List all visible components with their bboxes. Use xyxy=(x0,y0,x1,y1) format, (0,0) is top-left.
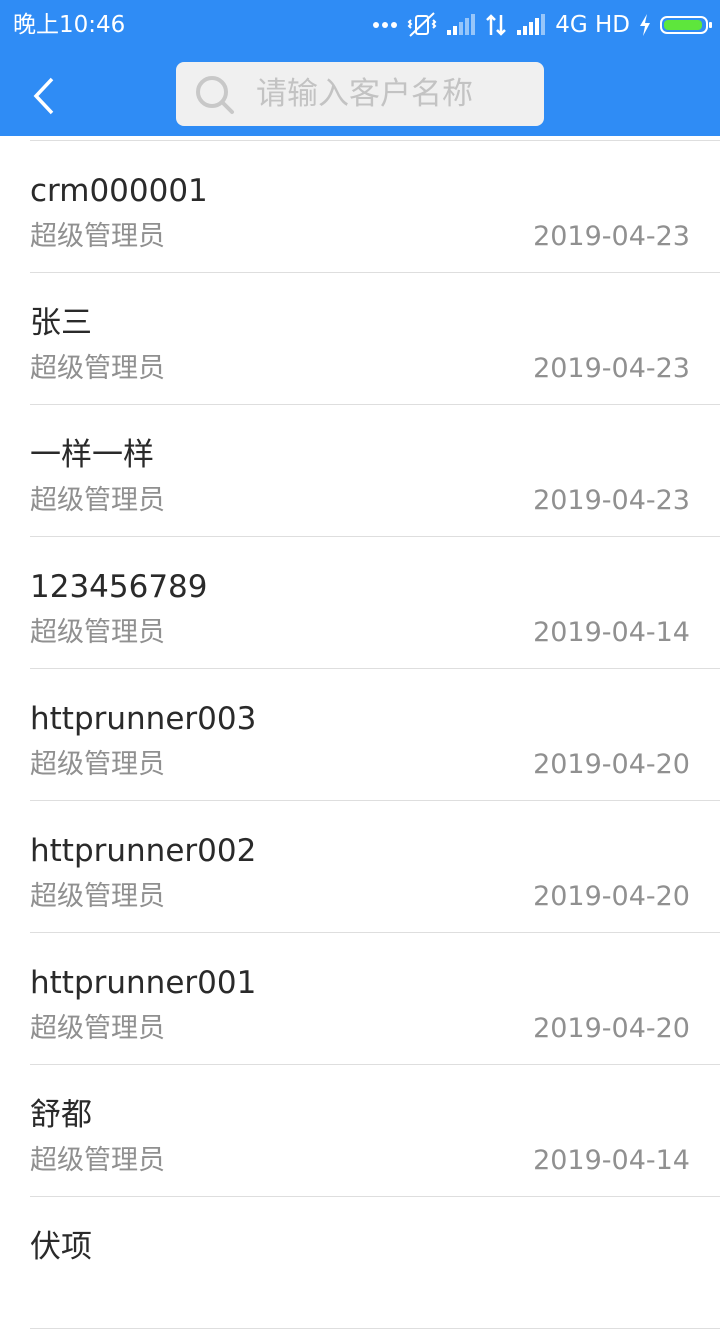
signal-icon xyxy=(447,14,476,35)
customer-owner: 超级管理员 xyxy=(30,1145,165,1176)
status-bar: 晚上10:46 4G HD xyxy=(0,0,720,50)
app-header: 晚上10:46 4G HD 请输入客户名称 xyxy=(0,0,720,136)
list-item[interactable]: 123456789 超级管理员 2019-04-14 xyxy=(30,537,720,669)
customer-date: 2019-04-23 xyxy=(533,221,690,252)
list-item[interactable]: httprunner002 超级管理员 2019-04-20 xyxy=(30,801,720,933)
customer-date: 2019-04-20 xyxy=(533,749,690,780)
list-item[interactable]: 伏项 xyxy=(30,1197,720,1329)
customer-name: 123456789 xyxy=(30,569,208,605)
list-item[interactable]: 一样一样超级管理员 2019-04-23 xyxy=(30,405,720,537)
customer-name: httprunner003 xyxy=(30,701,257,737)
customer-name: httprunner002 xyxy=(30,833,257,869)
list-item[interactable]: httprunner001 超级管理员 2019-04-20 xyxy=(30,933,720,1065)
customer-date: 2019-04-20 xyxy=(533,881,690,912)
network-type: 4G HD xyxy=(555,12,630,38)
customer-date: 2019-04-23 xyxy=(533,353,690,384)
customer-date: 2019-04-23 xyxy=(533,485,690,516)
customer-owner: 超级管理员 xyxy=(30,485,165,516)
status-time: 晚上10:46 xyxy=(13,12,126,38)
customer-name: 舒都 xyxy=(30,1097,92,1133)
customer-date: 2019-04-14 xyxy=(533,1145,690,1176)
customer-owner: 超级管理员 xyxy=(30,353,165,384)
battery-level xyxy=(664,20,702,30)
customer-name: 张三 xyxy=(30,305,92,341)
charging-icon xyxy=(640,14,650,36)
search-input[interactable] xyxy=(256,62,536,126)
list-item[interactable]: 张三超级管理员 2019-04-23 xyxy=(30,273,720,405)
customer-list: crm000001 超级管理员 2019-04-23 张三 超级管理员 2019-04-2… xyxy=(0,141,720,1329)
signal-icon xyxy=(517,14,546,35)
list-item[interactable]: crm000001 超级管理员 2019-04-23 xyxy=(30,141,720,273)
data-transfer-icon xyxy=(486,14,507,36)
search-icon xyxy=(196,76,234,114)
customer-owner: 超级管理员 xyxy=(30,881,165,912)
back-button[interactable] xyxy=(22,66,72,126)
list-item[interactable]: 舒都超级管理员 2019-04-14 xyxy=(30,1065,720,1197)
customer-name: 伏项 xyxy=(30,1229,92,1265)
more-dots-icon xyxy=(373,22,398,28)
customer-owner: 超级管理员 xyxy=(30,617,165,648)
customer-owner: 超级管理员 xyxy=(30,749,165,780)
customer-name: httprunner001 xyxy=(30,965,257,1001)
customer-date: 2019-04-14 xyxy=(533,617,690,648)
customer-owner: 超级管理员 xyxy=(30,1013,165,1044)
battery-icon xyxy=(660,16,712,34)
status-icons: 4G HD xyxy=(363,10,712,40)
chevron-left-icon xyxy=(33,77,54,115)
customer-name: 一样一样 xyxy=(30,437,154,473)
customer-date: 2019-04-20 xyxy=(533,1013,690,1044)
list-item[interactable]: httprunner003 超级管理员 2019-04-20 xyxy=(30,669,720,801)
customer-owner: 超级管理员 xyxy=(30,221,165,252)
vibrate-off-icon xyxy=(407,12,437,37)
customer-name: crm000001 xyxy=(30,173,208,209)
search-box[interactable] xyxy=(176,62,544,126)
